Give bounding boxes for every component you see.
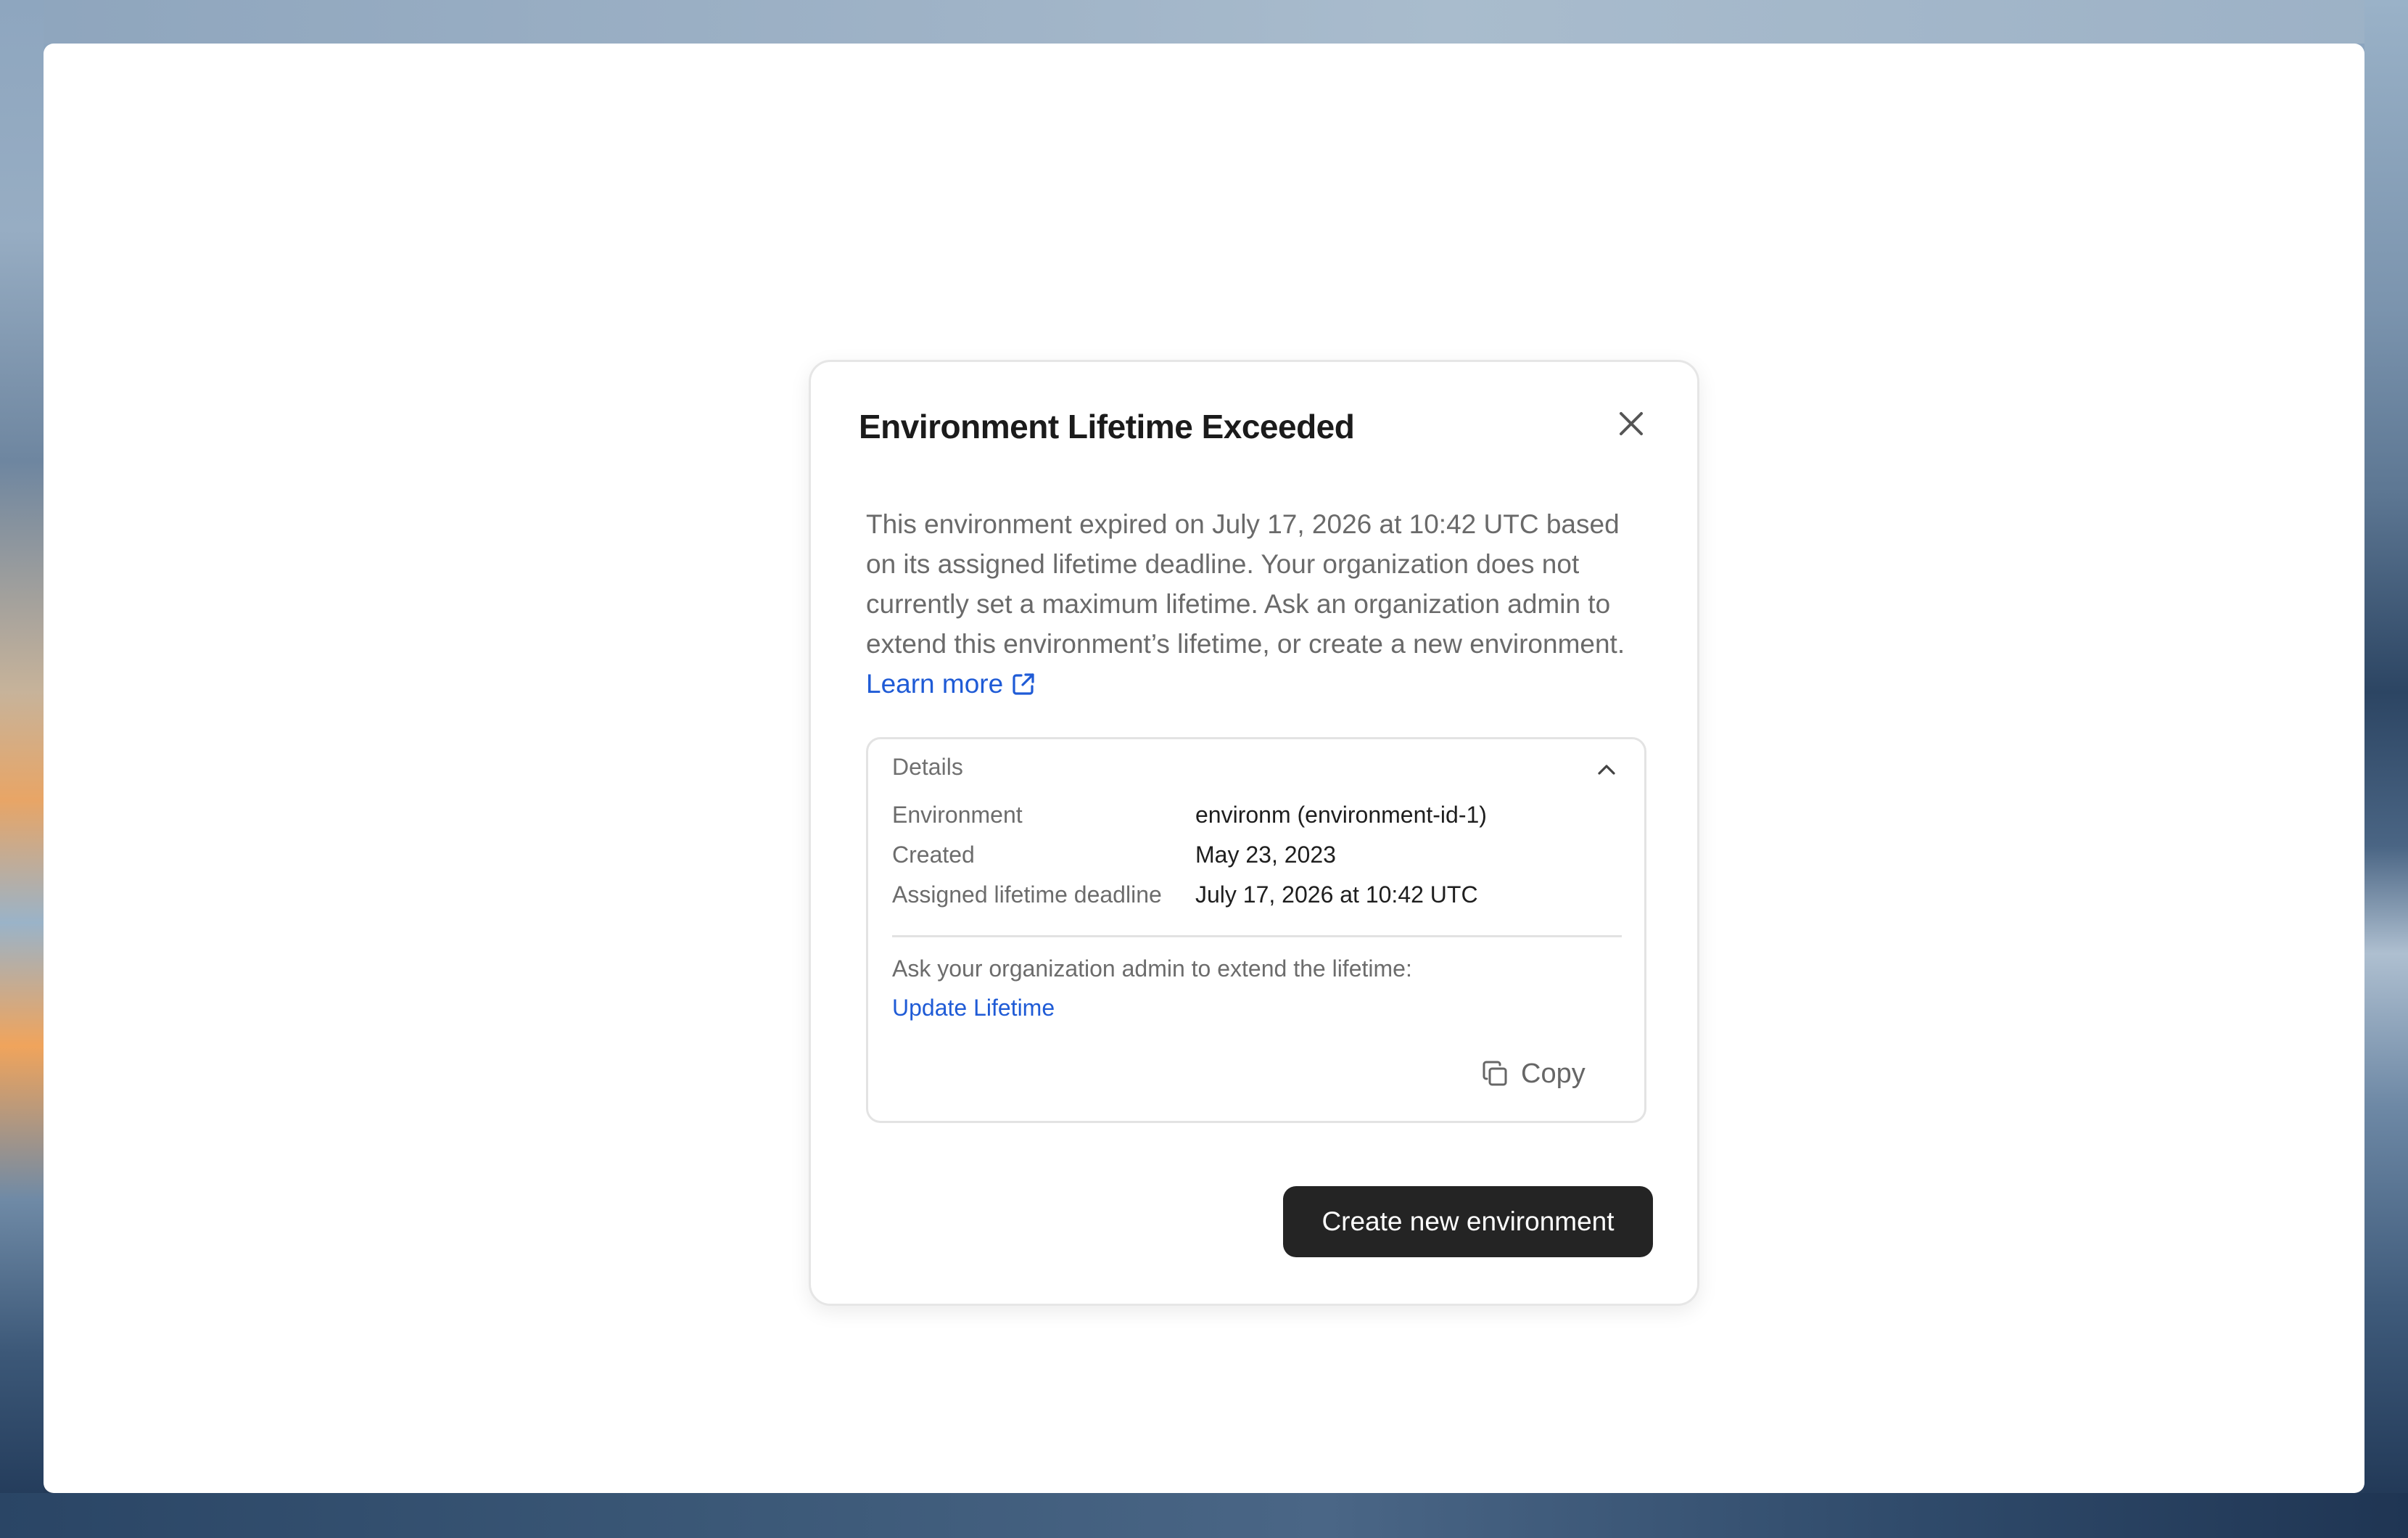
create-new-environment-button[interactable]: Create new environment [1283, 1186, 1653, 1257]
detail-value: July 17, 2026 at 10:42 UTC [1195, 881, 1478, 908]
update-lifetime-link[interactable]: Update Lifetime [892, 995, 1055, 1021]
detail-label: Created [892, 842, 975, 868]
ask-admin-text: Ask your organization admin to extend th… [892, 955, 1412, 982]
copy-icon [1483, 1061, 1507, 1086]
learn-more-link[interactable]: Learn more [866, 669, 1036, 699]
background-top [0, 0, 2408, 44]
learn-more-label: Learn more [866, 669, 1004, 699]
detail-label: Assigned lifetime deadline [892, 881, 1162, 908]
copy-label: Copy [1521, 1058, 1586, 1089]
details-header: Details [892, 754, 963, 780]
app-window: Environment Lifetime Exceeded This envir… [44, 44, 2364, 1493]
external-link-icon [1013, 673, 1034, 695]
dialog-description: This environment expired on July 17, 202… [866, 504, 1649, 704]
detail-label: Environment [892, 802, 1023, 828]
detail-value: environm (environment-id-1) [1195, 802, 1487, 828]
lifetime-exceeded-dialog: Environment Lifetime Exceeded This envir… [809, 360, 1699, 1306]
detail-value: May 23, 2023 [1195, 842, 1336, 868]
chevron-up-icon [1598, 765, 1615, 775]
close-icon [1620, 412, 1643, 435]
background-left [0, 0, 44, 1538]
dialog-title: Environment Lifetime Exceeded [859, 408, 1355, 445]
details-panel: Details Environment environm (environmen… [866, 737, 1646, 1123]
close-button[interactable] [1613, 406, 1649, 442]
copy-button[interactable]: Copy [1480, 1056, 1586, 1092]
background-right [2364, 0, 2408, 1538]
details-divider [892, 935, 1622, 937]
details-toggle-button[interactable] [1593, 757, 1620, 783]
background-bottom [0, 1493, 2408, 1538]
description-text: This environment expired on July 17, 202… [866, 509, 1625, 659]
